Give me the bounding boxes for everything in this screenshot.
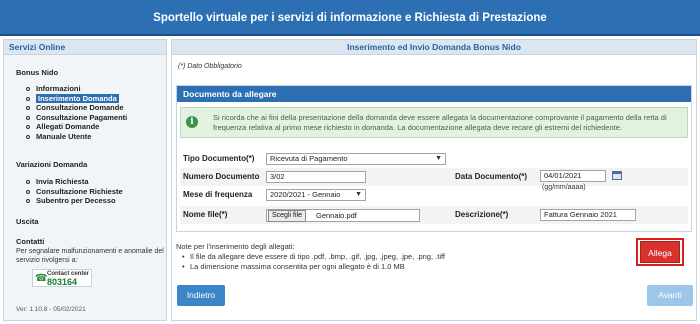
descrizione-label: Descrizione(*) <box>455 210 509 219</box>
notes-section: Note per l'inserimento degli allegati: I… <box>176 242 476 272</box>
sidebar-item-consultazione-domande[interactable]: Consultazione Domande <box>26 103 127 113</box>
bullet-icon <box>26 87 30 91</box>
row-file-descrizione: Nome file(*) Scegli file Gennaio.pdf Des… <box>180 206 688 224</box>
back-button[interactable]: Indietro <box>177 285 225 306</box>
row-numero-data: Numero Documento 3/02 Data Documento(*) … <box>180 168 688 191</box>
chevron-down-icon: ▼ <box>435 155 442 162</box>
contact-text: Per segnalare malfunzionamenti e anomali… <box>16 248 164 264</box>
tipo-documento-label: Tipo Documento(*) <box>183 154 255 163</box>
allega-button[interactable]: Allega <box>640 241 680 263</box>
sidebar-list-bonus-nido: Informazioni Inserimento Domanda Consult… <box>26 84 127 141</box>
row-mese: Mese di frequenza 2020/2021 - Gennaio ▼ <box>180 186 688 204</box>
row-tipo-documento: Tipo Documento(*) Ricevuta di Pagamento … <box>180 150 688 168</box>
data-documento-input[interactable]: 04/01/2021 <box>540 170 606 182</box>
version-text: Ver: 1.10.8 - 05/02/2021 <box>16 306 86 313</box>
document-section-title: Documento da allegare <box>177 86 691 102</box>
sidebar-section-variazioni: Variazioni Domanda <box>16 160 88 169</box>
sidebar-section-bonus-nido: Bonus Nido <box>16 68 59 77</box>
sidebar-item-subentro-decesso[interactable]: Subentro per Decesso <box>26 196 123 206</box>
info-text: Si ricorda che ai fini della presentazio… <box>213 113 667 132</box>
sidebar-list-variazioni: Invia Richiesta Consultazione Richieste … <box>26 177 123 206</box>
sidebar-item-manuale-utente[interactable]: Manuale Utente <box>26 132 127 142</box>
data-documento-label: Data Documento(*) <box>455 172 528 181</box>
info-icon: i <box>186 116 198 128</box>
main-title: Inserimento ed Invio Domanda Bonus Nido <box>172 40 696 55</box>
chevron-down-icon: ▼ <box>355 191 362 198</box>
bullet-icon <box>26 134 30 139</box>
choose-file-button[interactable]: Scegli file <box>268 210 306 222</box>
notes-title: Note per l'inserimento degli allegati: <box>176 242 295 251</box>
sidebar-item-uscita[interactable]: Uscita <box>16 217 39 226</box>
file-input[interactable]: Scegli file Gennaio.pdf <box>266 209 420 222</box>
sidebar: Servizi Online Bonus Nido Informazioni I… <box>3 39 167 321</box>
contact-center-box[interactable]: ☎ Contact center 803164 <box>32 269 92 287</box>
next-button[interactable]: Avanti <box>647 285 693 306</box>
bullet-icon <box>26 125 30 129</box>
page-title: Sportello virtuale per i servizi di info… <box>153 12 547 24</box>
note-item: La dimensione massima consentita per ogn… <box>182 262 476 272</box>
descrizione-input[interactable]: Fattura Gennaio 2021 <box>540 209 636 221</box>
bullet-icon <box>26 115 30 120</box>
required-note: (*) Dato Obbligatorio <box>178 63 242 70</box>
nome-file-label: Nome file(*) <box>183 210 228 219</box>
phone-icon: ☎ <box>35 273 48 284</box>
document-panel: Documento da allegare i Si ricorda che a… <box>176 85 692 232</box>
note-item: Il file da allegare deve essere di tipo … <box>182 252 476 262</box>
sidebar-item-consultazione-richieste[interactable]: Consultazione Richieste <box>26 187 123 197</box>
sidebar-item-allegati-domande[interactable]: Allegati Domande <box>26 122 127 132</box>
sidebar-item-invia-richiesta[interactable]: Invia Richiesta <box>26 177 123 187</box>
bullet-icon <box>26 106 30 110</box>
contact-center-number: 803164 <box>47 277 78 287</box>
numero-documento-label: Numero Documento <box>183 172 260 181</box>
sidebar-item-consultazione-pagamenti[interactable]: Consultazione Pagamenti <box>26 113 127 123</box>
bullet-icon <box>26 189 30 194</box>
sidebar-item-inserimento-domanda[interactable]: Inserimento Domanda <box>26 93 127 104</box>
mese-label: Mese di frequenza <box>183 190 253 199</box>
bullet-icon <box>26 96 30 101</box>
bullet-icon <box>26 180 30 184</box>
main-panel: Inserimento ed Invio Domanda Bonus Nido … <box>171 39 697 321</box>
file-name: Gennaio.pdf <box>316 211 357 220</box>
mese-select[interactable]: 2020/2021 - Gennaio ▼ <box>266 189 366 201</box>
top-banner: Sportello virtuale per i servizi di info… <box>0 0 700 36</box>
sidebar-title: Servizi Online <box>4 40 166 55</box>
sidebar-item-informazioni[interactable]: Informazioni <box>26 84 127 94</box>
info-box: i Si ricorda che ai fini della presentaz… <box>180 107 688 138</box>
tipo-documento-select[interactable]: Ricevuta di Pagamento ▼ <box>266 153 446 165</box>
sidebar-section-contatti: Contatti <box>16 237 45 246</box>
numero-documento-input[interactable]: 3/02 <box>266 171 366 183</box>
bullet-icon <box>26 199 30 203</box>
calendar-icon[interactable] <box>612 171 622 180</box>
